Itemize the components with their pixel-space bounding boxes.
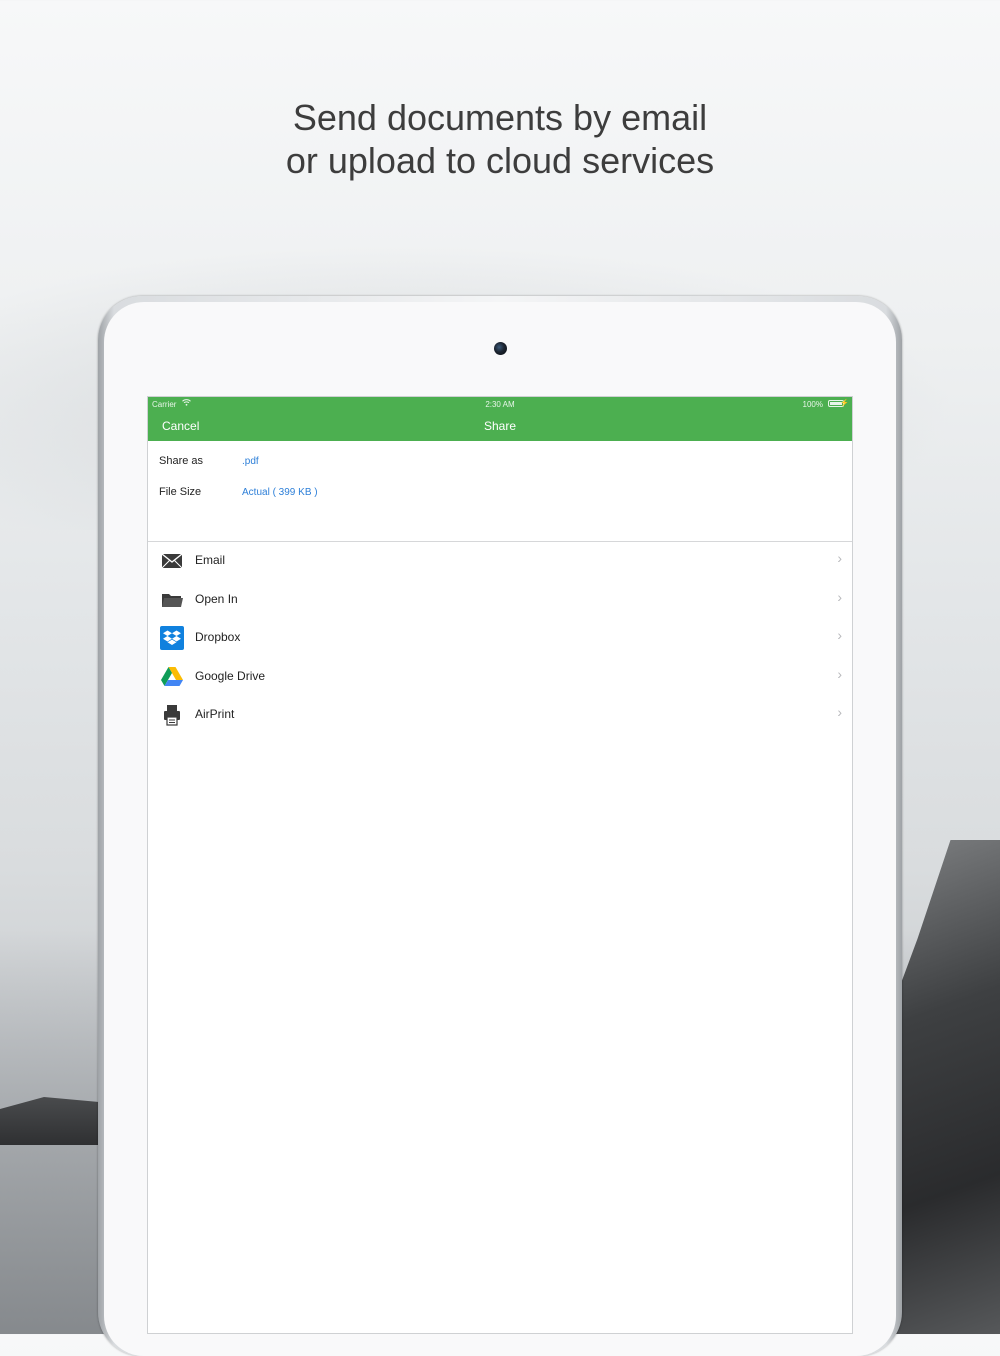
promo-headline: Send documents by email or upload to clo… [0,96,1000,182]
front-camera [494,342,507,355]
status-bar: Carrier 2:30 AM 100% ⚡ [148,397,852,411]
folder-icon [160,588,184,612]
navigation-bar: Carrier 2:30 AM 100% ⚡ Cancel Share [148,397,852,441]
file-size-value[interactable]: Actual ( 399 KB ) [242,487,318,498]
charging-icon: ⚡ [840,400,849,407]
cancel-button[interactable]: Cancel [162,419,199,433]
option-label: AirPrint [195,707,235,721]
status-time: 2:30 AM [485,400,515,409]
app-screen: Carrier 2:30 AM 100% ⚡ Cancel Share Shar… [147,396,853,1334]
chevron-right-icon: › [837,627,842,643]
share-option-email[interactable]: Email › [148,542,852,581]
share-as-value[interactable]: .pdf [242,456,259,467]
share-as-label: Share as [159,455,204,467]
chevron-right-icon: › [837,665,842,682]
chevron-right-icon: › [837,550,842,566]
share-info-section: Share as .pdf File Size Actual ( 399 KB … [148,441,852,542]
option-label: Email [195,553,226,567]
option-label: Open In [195,591,238,606]
dropbox-icon [160,626,184,650]
share-options-list: Email › Open In › Dropbox › Google Drive… [148,542,852,735]
option-label: Google Drive [195,668,266,683]
background-rock-right [890,840,1000,1334]
share-option-dropbox[interactable]: Dropbox › [148,619,852,658]
nav-title: Share [483,419,517,433]
share-option-google-drive[interactable]: Google Drive › [148,658,852,697]
headline-line-2: or upload to cloud services [285,140,715,181]
file-size-label: File Size [159,486,202,498]
google-drive-icon [160,665,184,689]
option-label: Dropbox [195,630,241,644]
share-option-airprint[interactable]: AirPrint › [148,696,852,735]
share-option-open-in[interactable]: Open In › [148,581,852,620]
chevron-right-icon: › [837,704,842,720]
headline-line-1: Send documents by email [292,97,708,138]
printer-icon [160,703,184,727]
envelope-icon [160,549,184,573]
chevron-right-icon: › [837,588,842,605]
battery-percent: 100% [802,400,823,409]
